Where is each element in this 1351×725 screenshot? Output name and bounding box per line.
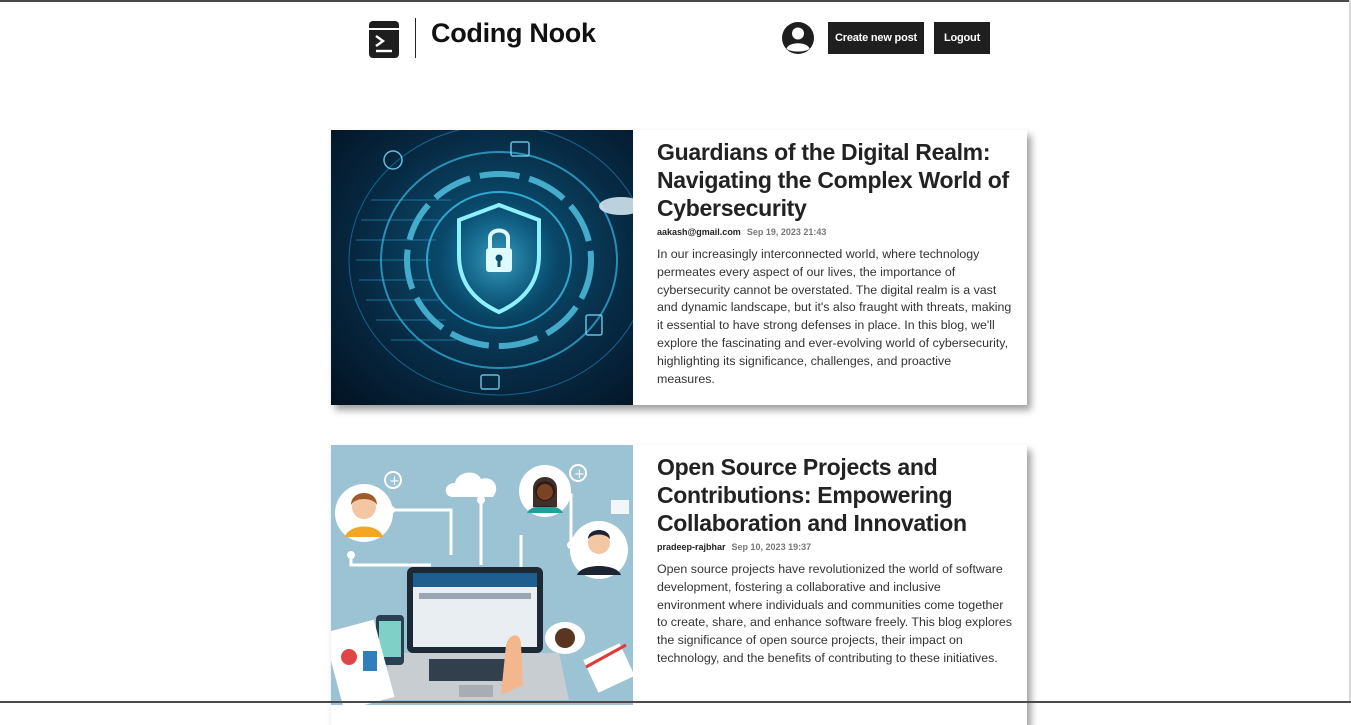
post-meta: pradeep-rajbhar Sep 10, 2023 19:37	[657, 541, 1012, 553]
user-avatar-icon[interactable]	[781, 21, 815, 55]
post-image-open-source[interactable]: + +	[331, 445, 633, 705]
post-card[interactable]: + + Open Source Projects and Contributio…	[331, 445, 1027, 725]
post-date: Sep 10, 2023 19:37	[731, 542, 812, 552]
create-post-button[interactable]: Create new post	[828, 22, 924, 54]
post-author: pradeep-rajbhar	[657, 542, 726, 552]
post-summary: Open source projects have revolutionized…	[657, 562, 1012, 665]
post-summary: In our increasingly interconnected world…	[657, 247, 1012, 386]
post-title[interactable]: Open Source Projects and Contributions: …	[657, 453, 1012, 537]
post-card[interactable]: Guardians of the Digital Realm: Navigati…	[331, 130, 1027, 405]
post-date: Sep 19, 2023 21:43	[746, 227, 827, 237]
post-image-cybersecurity[interactable]	[331, 130, 633, 405]
post-title[interactable]: Guardians of the Digital Realm: Navigati…	[657, 138, 1012, 222]
svg-text:+: +	[389, 474, 400, 489]
post-author: aakash@gmail.com	[657, 227, 741, 237]
post-meta: aakash@gmail.com Sep 19, 2023 21:43	[657, 226, 1012, 238]
brand-title[interactable]: Coding Nook	[431, 18, 596, 49]
terminal-logo-icon[interactable]	[369, 21, 399, 58]
window-top-border	[0, 0, 1351, 2]
logo-divider	[415, 18, 416, 58]
logout-button[interactable]: Logout	[934, 22, 990, 54]
svg-text:+: +	[574, 467, 585, 482]
